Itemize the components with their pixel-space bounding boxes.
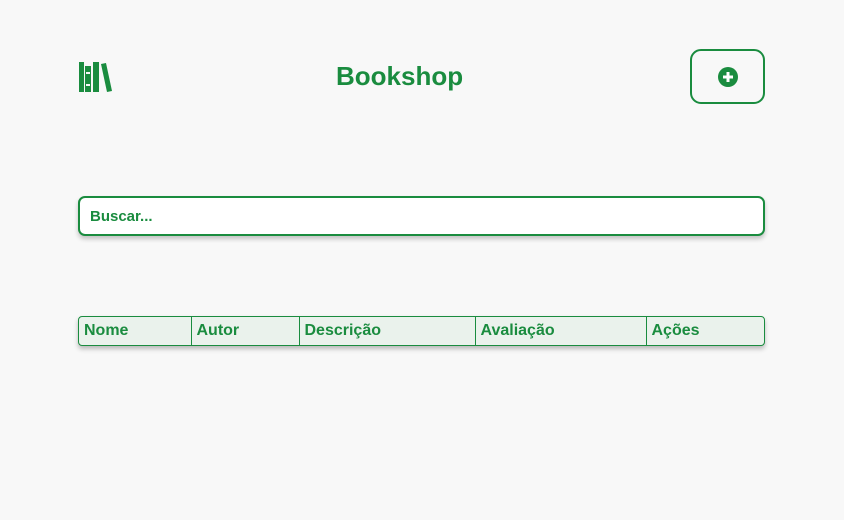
table-header-row: Nome Autor Descrição Avaliação Ações bbox=[79, 317, 764, 345]
column-header-acoes: Ações bbox=[645, 317, 764, 345]
plus-circle-icon bbox=[717, 66, 738, 87]
app-root: Bookshop Nome Autor Descrição Avaliação … bbox=[0, 0, 844, 520]
books-icon bbox=[79, 62, 113, 92]
column-header-autor: Autor bbox=[190, 317, 299, 345]
column-header-nome: Nome bbox=[84, 322, 129, 339]
column-header-avaliacao: Avaliação bbox=[474, 317, 646, 345]
search-input[interactable] bbox=[78, 196, 765, 236]
column-header-descricao: Descrição bbox=[298, 317, 475, 345]
books-table: Nome Autor Descrição Avaliação Ações bbox=[78, 316, 765, 346]
page-title: Bookshop bbox=[336, 61, 464, 91]
add-book-button[interactable] bbox=[690, 49, 765, 104]
